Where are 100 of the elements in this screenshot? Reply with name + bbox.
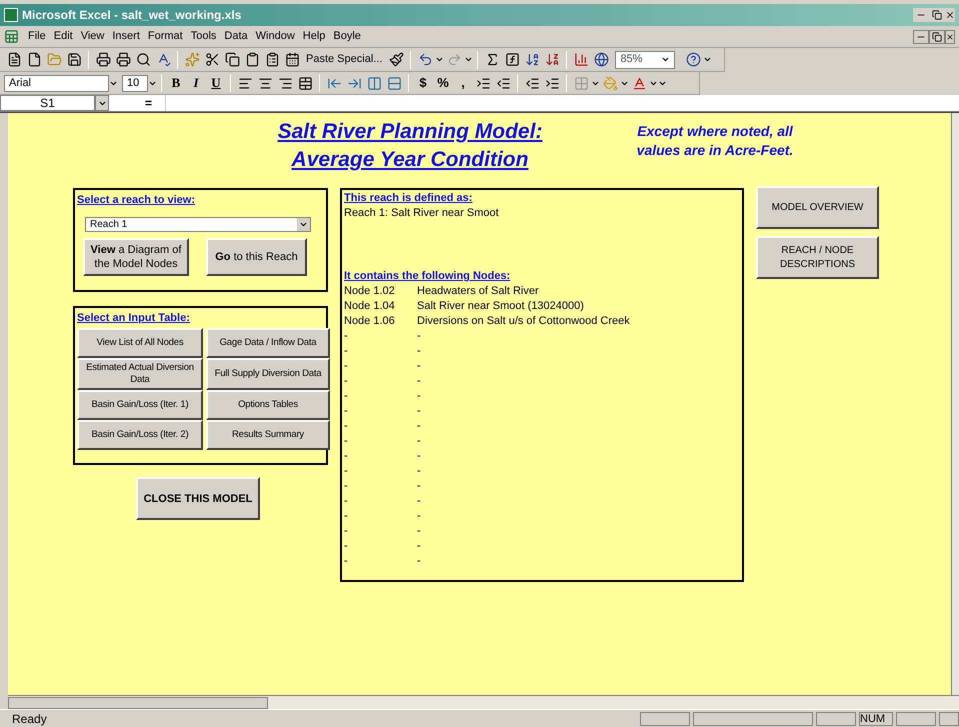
navigation-button[interactable]: REACH / NODE DESCRIPTIONS <box>756 236 879 279</box>
node-id: - <box>344 524 349 539</box>
style-button[interactable]: I <box>186 73 206 93</box>
zoom-field[interactable]: 85% <box>615 50 676 68</box>
num-lock-indicator: NUM <box>859 712 893 726</box>
sheet-icon[interactable] <box>4 28 20 44</box>
menu-item[interactable]: View <box>76 28 108 45</box>
window-title: Microsoft Excel - salt_wet_working.xls <box>22 7 242 24</box>
node-id: - <box>344 539 349 554</box>
panel-heading: Select a reach to view: <box>77 193 196 208</box>
style-button[interactable]: B <box>166 73 186 93</box>
node-id: - <box>344 329 349 344</box>
input-table-button[interactable]: View List of All Nodes <box>77 328 203 358</box>
node-id: - <box>344 389 349 404</box>
panel-heading: It contains the following Nodes: <box>344 269 512 284</box>
node-name: - <box>417 404 421 419</box>
input-table-button[interactable]: Full Supply Diversion Data <box>206 358 330 390</box>
status-pane <box>896 712 936 726</box>
node-id: - <box>344 434 349 449</box>
vertical-scrollbar[interactable] <box>951 113 959 695</box>
status-pane <box>640 712 690 726</box>
status-text: Ready <box>12 710 48 727</box>
number-format-button[interactable]: , <box>453 73 473 93</box>
node-id: - <box>344 419 349 434</box>
paste-special-button[interactable]: Paste Special... <box>302 51 386 68</box>
node-id: - <box>344 509 349 524</box>
menu-item[interactable]: Boyle <box>329 28 365 45</box>
close-model-button[interactable]: CLOSE THIS MODEL <box>136 477 260 520</box>
node-name: - <box>417 419 421 434</box>
number-format-button[interactable]: $ <box>413 73 433 93</box>
node-name: - <box>417 329 421 344</box>
navigation-button[interactable]: MODEL OVERVIEW <box>756 186 879 229</box>
restore-icon[interactable] <box>929 30 945 44</box>
node-name: - <box>417 359 421 374</box>
caret-icon[interactable] <box>661 55 670 64</box>
menu-item[interactable]: Data <box>220 28 252 45</box>
input-table-button[interactable]: Basin Gain/Loss (Iter. 1) <box>77 390 203 420</box>
node-id: - <box>344 479 349 494</box>
reach-definition: Reach 1: Salt River near Smoot <box>344 206 500 221</box>
menu-item[interactable]: Tools <box>186 28 220 45</box>
close-icon[interactable] <box>945 8 955 22</box>
node-id: - <box>344 404 349 419</box>
status-pane <box>939 712 959 726</box>
node-id: - <box>344 344 349 359</box>
go-to-reach-button[interactable]: Go to this Reach <box>206 238 307 276</box>
horizontal-scrollbar[interactable] <box>8 695 959 709</box>
node-name: Salt River near Smoot (13024000) <box>417 299 584 314</box>
node-id: Node 1.04 <box>344 299 396 314</box>
node-id: - <box>344 449 349 464</box>
view-diagram-button[interactable]: View a Diagram of the Model Nodes <box>83 238 189 276</box>
node-name: - <box>417 389 421 404</box>
minimize-icon[interactable] <box>913 8 929 22</box>
status-pane <box>816 712 856 726</box>
style-button[interactable]: U <box>206 73 226 93</box>
formula-equals: = <box>145 95 154 112</box>
node-name: - <box>417 509 421 524</box>
node-id: - <box>344 464 349 479</box>
panel-heading: This reach is defined as: <box>344 191 474 206</box>
node-name: - <box>417 554 421 569</box>
node-name: - <box>417 344 421 359</box>
menu-item[interactable]: Help <box>298 28 330 45</box>
number-format-button[interactable]: % <box>433 73 453 93</box>
node-name: - <box>417 539 421 554</box>
font-field[interactable]: Arial <box>4 74 109 92</box>
name-box-dropdown-button[interactable] <box>95 95 109 111</box>
node-name: - <box>417 464 421 479</box>
input-table-button[interactable]: Gage Data / Inflow Data <box>206 328 330 358</box>
units-note: Except where noted, all values are in Acre-Feet. <box>636 122 794 160</box>
node-name: Headwaters of Salt River <box>417 284 539 299</box>
node-id: - <box>344 554 349 569</box>
scrollbar-thumb[interactable] <box>8 696 268 708</box>
restore-icon[interactable] <box>929 8 945 22</box>
close-icon[interactable] <box>945 30 955 44</box>
node-id: Node 1.06 <box>344 314 396 329</box>
menu-item[interactable]: Edit <box>50 28 77 45</box>
menu-item[interactable]: File <box>24 28 50 45</box>
minimize-icon[interactable] <box>913 30 929 44</box>
node-name: - <box>417 434 421 449</box>
menu-item[interactable]: Insert <box>108 28 144 45</box>
node-name: - <box>417 374 421 389</box>
node-id: - <box>344 359 349 374</box>
node-id: - <box>344 374 349 389</box>
input-table-button[interactable]: Basin Gain/Loss (Iter. 2) <box>77 420 203 450</box>
sheet-title: Average Year Condition <box>292 147 528 173</box>
input-table-button[interactable]: Options Tables <box>206 390 330 420</box>
app-icon <box>4 8 18 22</box>
menu-item[interactable]: Format <box>144 28 187 45</box>
name-box[interactable]: S1 <box>0 95 95 111</box>
node-name: - <box>417 449 421 464</box>
node-name: - <box>417 494 421 509</box>
panel-heading: Select an Input Table: <box>77 311 191 326</box>
node-name: Diversions on Salt u/s of Cottonwood Creek <box>417 314 630 329</box>
node-id: - <box>344 494 349 509</box>
input-table-button[interactable]: Results Summary <box>206 420 330 450</box>
node-name: - <box>417 479 421 494</box>
menu-item[interactable]: Window <box>252 28 299 45</box>
font-size-field[interactable]: 10 <box>122 74 148 92</box>
input-table-button[interactable]: Estimated Actual Diversion Data <box>77 358 203 390</box>
reach-dropdown[interactable]: Reach 1 <box>85 216 311 232</box>
node-id: Node 1.02 <box>344 284 396 299</box>
